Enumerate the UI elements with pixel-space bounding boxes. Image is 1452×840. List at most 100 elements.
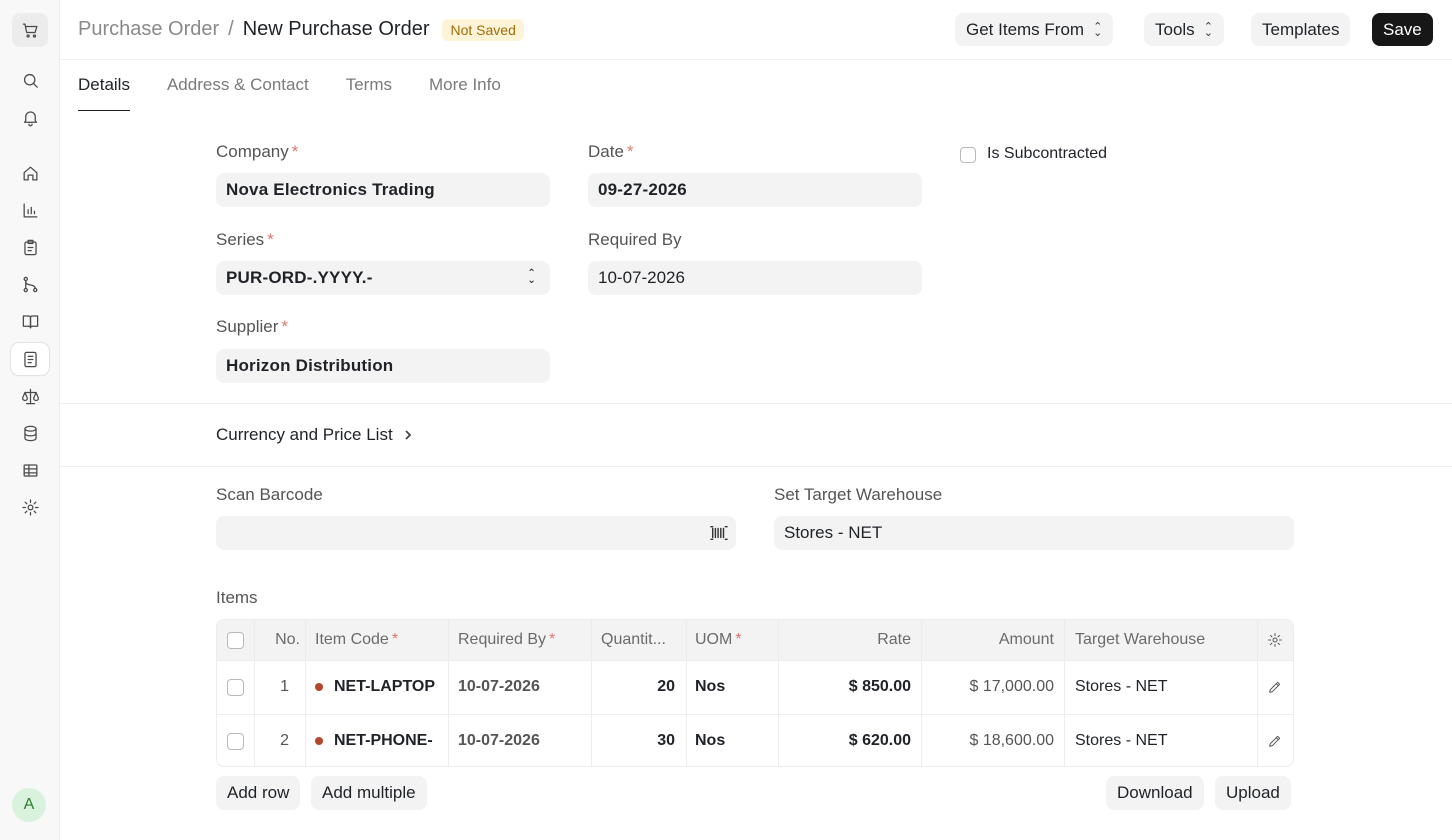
add-multiple-button[interactable]: Add multiple (311, 776, 427, 810)
scale-icon[interactable] (11, 380, 49, 412)
clipboard-icon[interactable] (11, 231, 49, 263)
table-row[interactable]: 2 NET-PHONE- 10-07-2026 30 Nos $ 620.00 … (217, 714, 1293, 766)
row-item-code[interactable]: NET-LAPTOP (315, 660, 443, 714)
section-divider (60, 403, 1452, 404)
chevron-updown-icon: ⌃ ⌄ (1203, 20, 1213, 39)
table-row[interactable]: 1 NET-LAPTOP 10-07-2026 20 Nos $ 850.00 … (217, 660, 1293, 714)
tools-label: Tools (1155, 19, 1195, 39)
select-all-checkbox[interactable] (227, 631, 244, 649)
edit-icon[interactable] (1267, 714, 1285, 766)
templates-label: Templates (1262, 19, 1340, 39)
page-title: New Purchase Order (242, 18, 430, 40)
select-all-cell (227, 620, 244, 660)
chart-icon[interactable] (11, 194, 49, 226)
breadcrumb-separator: / (228, 18, 234, 40)
series-value: PUR-ORD-.YYYY.- (226, 268, 373, 287)
table-header: No. Item Code * Required By * Quantit... U… (217, 620, 1293, 660)
date-label: Date * (588, 142, 634, 161)
tab-more-info[interactable]: More Info (429, 60, 501, 111)
save-label: Save (1383, 19, 1422, 39)
row-item-code[interactable]: NET-PHONE- (315, 714, 443, 766)
company-label: Company * (216, 142, 299, 161)
templates-button[interactable]: Templates (1251, 13, 1351, 46)
is-subcontracted-label: Is Subcontracted (987, 145, 1108, 162)
download-button[interactable]: Download (1106, 776, 1204, 810)
status-badge: Not Saved (442, 18, 524, 41)
add-row-button[interactable]: Add row (216, 776, 301, 810)
document-icon[interactable] (11, 343, 49, 375)
avatar[interactable]: A (12, 788, 46, 822)
supplier-field[interactable]: Horizon Distribution (216, 349, 550, 383)
col-quantity: Quantit... (601, 631, 666, 648)
chevron-updown-icon: ⌃ ⌄ (1093, 20, 1103, 39)
row-required-by[interactable]: 10-07-2026 (458, 714, 588, 766)
currency-price-list-section[interactable]: Currency and Price List (216, 425, 414, 445)
col-no: No. (275, 631, 300, 648)
search-icon[interactable] (11, 64, 49, 96)
required-by-label: Required By (588, 230, 682, 249)
status-dot (315, 683, 323, 691)
supplier-label: Supplier * (216, 317, 288, 336)
row-required-by[interactable]: 10-07-2026 (458, 660, 588, 714)
page-header: Purchase Order / New Purchase Order Not … (60, 0, 1452, 60)
row-uom[interactable]: Nos (695, 660, 775, 714)
tab-terms[interactable]: Terms (346, 60, 392, 111)
cart-icon[interactable] (12, 13, 48, 47)
row-quantity[interactable]: 20 (601, 660, 675, 714)
col-required-by: Required By * (458, 631, 556, 648)
target-warehouse-field[interactable]: Stores - NET (774, 516, 1294, 550)
items-table: No. Item Code * Required By * Quantit... U… (216, 619, 1294, 767)
edit-icon[interactable] (1267, 660, 1285, 714)
git-branch-icon[interactable] (11, 268, 49, 300)
row-uom[interactable]: Nos (695, 714, 775, 766)
row-no: 2 (280, 732, 289, 749)
col-target-warehouse: Target Warehouse (1075, 631, 1206, 648)
col-rate: Rate (877, 631, 911, 648)
company-field[interactable]: Nova Electronics Trading (216, 173, 550, 207)
col-item-code: Item Code * (315, 631, 399, 648)
currency-section-title: Currency and Price List (216, 425, 393, 444)
column-settings-icon[interactable] (1267, 620, 1285, 660)
tab-address-contact[interactable]: Address & Contact (167, 60, 309, 111)
breadcrumb: Purchase Order / New Purchase Order Not … (78, 18, 524, 41)
row-warehouse[interactable]: Stores - NET (1075, 660, 1250, 714)
row-checkbox[interactable] (227, 678, 244, 696)
breadcrumb-parent[interactable]: Purchase Order (78, 18, 219, 41)
series-label: Series * (216, 230, 274, 249)
get-items-from-button[interactable]: Get Items From ⌃ ⌄ (955, 13, 1114, 46)
table-icon[interactable] (11, 454, 49, 486)
items-label: Items (216, 588, 258, 607)
date-field[interactable]: 09-27-2026 (588, 173, 922, 207)
chevron-updown-icon: ⌃ ⌄ (527, 268, 536, 286)
row-amount: $ 18,600.00 (969, 732, 1054, 749)
bell-icon[interactable] (11, 101, 49, 133)
book-icon[interactable] (11, 305, 49, 337)
upload-button[interactable]: Upload (1215, 776, 1291, 810)
col-amount: Amount (998, 631, 1054, 648)
row-checkbox[interactable] (227, 732, 244, 750)
section-divider (60, 466, 1452, 467)
database-icon[interactable] (11, 417, 49, 449)
is-subcontracted-checkbox[interactable] (960, 147, 976, 163)
save-button[interactable]: Save (1372, 13, 1433, 46)
row-quantity[interactable]: 30 (601, 714, 675, 766)
scan-barcode-input[interactable] (216, 516, 736, 550)
row-warehouse[interactable]: Stores - NET (1075, 714, 1250, 766)
row-rate[interactable]: $ 850.00 (787, 660, 911, 714)
row-amount: $ 17,000.00 (969, 678, 1054, 695)
gear-icon[interactable] (11, 491, 49, 523)
series-select[interactable]: PUR-ORD-.YYYY.- ⌃ ⌄ (216, 261, 550, 295)
col-uom: UOM * (695, 631, 742, 648)
tab-details[interactable]: Details (78, 60, 130, 111)
tools-button[interactable]: Tools ⌃ ⌄ (1144, 13, 1224, 46)
row-select-cell (227, 714, 244, 766)
chevron-right-icon (405, 430, 411, 440)
get-items-from-label: Get Items From (966, 19, 1085, 39)
required-by-field[interactable]: 10-07-2026 (588, 261, 922, 295)
row-rate[interactable]: $ 620.00 (787, 714, 911, 766)
form-tabs: Details Address & Contact Terms More Inf… (78, 60, 538, 111)
row-select-cell (227, 660, 244, 714)
home-icon[interactable] (11, 157, 49, 189)
barcode-icon[interactable] (710, 524, 728, 547)
scan-barcode-label: Scan Barcode (216, 485, 323, 504)
